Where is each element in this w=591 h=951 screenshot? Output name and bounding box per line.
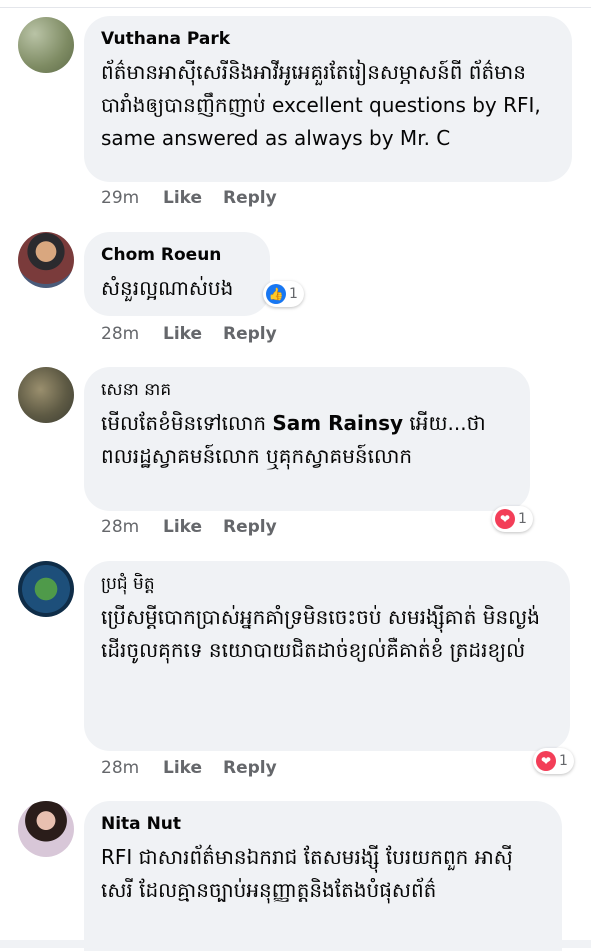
comment-time[interactable]: 28m bbox=[101, 324, 163, 344]
comment-text: សំនួរល្អណាស់បង bbox=[101, 276, 234, 300]
comment-bubble: ប្រជុំ មិត្ត ប្រើសម្តីបោកប្រាស់អ្នកគាំទ្… bbox=[84, 561, 570, 751]
avatar-nita-nut[interactable] bbox=[18, 801, 74, 857]
comment-actions: 29m Like Reply bbox=[101, 188, 277, 208]
comment-author[interactable]: Vuthana Park bbox=[101, 28, 554, 50]
comment-author[interactable]: សេនា នាគ bbox=[101, 379, 512, 401]
reaction-count: 1 bbox=[289, 286, 298, 302]
comment-bubble: Nita Nut RFI ជាសារព័ត៌មានឯករាជ តែសមរង្ស៊… bbox=[84, 801, 562, 951]
comment-bubble: សេនា នាគ មើលតែខំមិនទៅលោក Sam Rainsy អើយ.… bbox=[84, 367, 530, 511]
heart-icon: ❤ bbox=[536, 751, 556, 771]
comment-author[interactable]: Chom Roeun bbox=[101, 244, 252, 266]
reply-button[interactable]: Reply bbox=[223, 517, 277, 537]
reply-button[interactable]: Reply bbox=[223, 188, 277, 208]
comment-time[interactable]: 28m bbox=[101, 758, 163, 778]
bottom-composer-bar bbox=[0, 940, 591, 948]
reaction-summary[interactable]: ❤ 1 bbox=[533, 748, 574, 774]
comment-text: ព័ត៌មានអាស៊ីសេរីនិងអាវីអូអេគួរតែរៀនសម្ភា… bbox=[101, 60, 541, 150]
comment-author[interactable]: Nita Nut bbox=[101, 813, 544, 835]
like-button[interactable]: Like bbox=[163, 758, 223, 778]
comment-time[interactable]: 29m bbox=[101, 188, 163, 208]
reaction-summary[interactable]: 👍 1 bbox=[263, 281, 304, 307]
comment-actions: 28m Like Reply bbox=[101, 758, 277, 778]
like-icon: 👍 bbox=[266, 284, 286, 304]
like-button[interactable]: Like bbox=[163, 188, 223, 208]
like-button[interactable]: Like bbox=[163, 517, 223, 537]
comment-time[interactable]: 28m bbox=[101, 517, 163, 537]
top-divider bbox=[0, 7, 591, 8]
avatar-chom-roeun[interactable] bbox=[18, 232, 74, 288]
heart-icon: ❤ bbox=[495, 509, 515, 529]
comment-text-part: មើលតែខំមិនទៅលោក bbox=[101, 411, 273, 435]
comment-bubble: Chom Roeun សំនួរល្អណាស់បង bbox=[84, 232, 270, 316]
comment-author[interactable]: ប្រជុំ មិត្ត bbox=[101, 573, 552, 595]
avatar-prachum-mit[interactable] bbox=[18, 561, 74, 617]
comment-bubble: Vuthana Park ព័ត៌មានអាស៊ីសេរីនិងអាវីអូអេ… bbox=[84, 16, 572, 182]
comment-actions: 28m Like Reply bbox=[101, 324, 277, 344]
reaction-count: 1 bbox=[518, 511, 527, 527]
like-button[interactable]: Like bbox=[163, 324, 223, 344]
avatar-vuthana-park[interactable] bbox=[18, 17, 74, 73]
reaction-count: 1 bbox=[559, 753, 568, 769]
avatar-sena-neak[interactable] bbox=[18, 367, 74, 423]
reply-button[interactable]: Reply bbox=[223, 324, 277, 344]
reaction-summary[interactable]: ❤ 1 bbox=[492, 506, 533, 532]
comment-actions: 28m Like Reply bbox=[101, 517, 277, 537]
mentioned-name[interactable]: Sam Rainsy bbox=[272, 411, 403, 435]
comment-text: មើលតែខំមិនទៅលោក Sam Rainsy អើយ...ថា ពលរដ… bbox=[101, 407, 512, 473]
comment-text: ប្រើសម្តីបោកប្រាស់អ្នកគាំទ្រមិនចេះចប់ សម… bbox=[101, 605, 540, 662]
comment-text: RFI ជាសារព័ត៌មានឯករាជ តែសមរង្ស៊ី បែរយកពួ… bbox=[101, 845, 513, 902]
reply-button[interactable]: Reply bbox=[223, 758, 277, 778]
